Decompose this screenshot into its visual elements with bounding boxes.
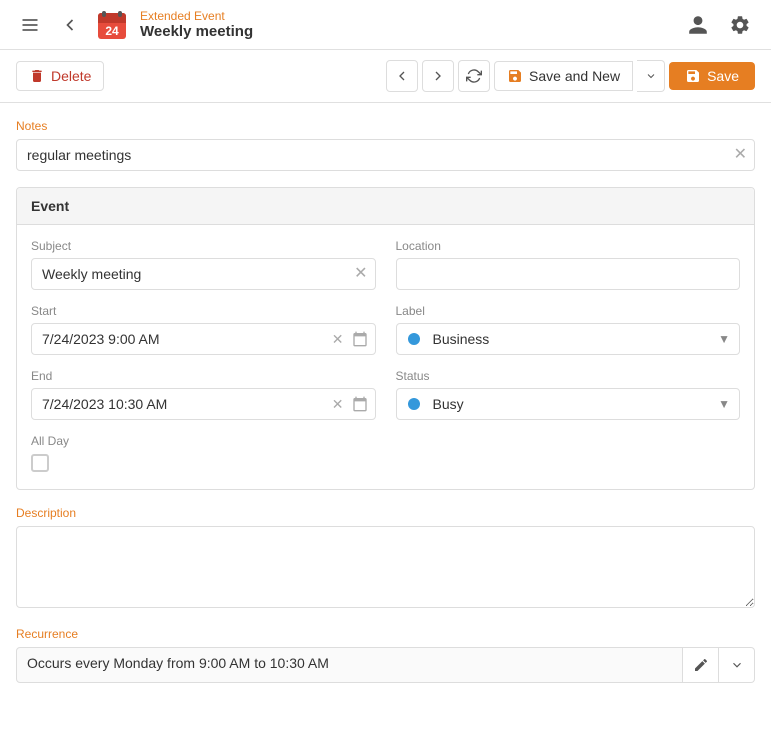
- end-input-wrap: ✕: [31, 388, 376, 420]
- subject-input-wrap: ✕: [31, 258, 376, 290]
- save-and-new-button[interactable]: Save and New: [494, 61, 633, 91]
- location-label: Location: [396, 239, 741, 253]
- menu-icon: [20, 15, 40, 35]
- description-label: Description: [16, 506, 755, 520]
- recurrence-input-wrap: Occurs every Monday from 9:00 AM to 10:3…: [16, 647, 755, 683]
- save-new-icon: [507, 68, 523, 84]
- toolbar-left: Delete: [16, 61, 104, 91]
- subject-label: Subject: [31, 239, 376, 253]
- delete-button[interactable]: Delete: [16, 61, 104, 91]
- end-col: End ✕: [31, 369, 376, 420]
- status-dot: [408, 398, 420, 410]
- notes-input[interactable]: [16, 139, 755, 171]
- allday-label: All Day: [31, 434, 740, 448]
- back-icon: [60, 15, 80, 35]
- trash-icon: [29, 68, 45, 84]
- account-icon: [687, 14, 709, 36]
- subject-location-row: Subject ✕ Location: [31, 239, 740, 290]
- notes-input-wrap: ✕: [16, 139, 755, 171]
- toolbar: Delete Save and New: [0, 50, 771, 103]
- description-textarea[interactable]: [16, 526, 755, 608]
- app-icon: 24: [96, 9, 128, 41]
- save-and-new-label: Save and New: [529, 68, 620, 84]
- label-select-wrap: Business Personal Family Holiday ▼: [396, 323, 741, 355]
- end-calendar-button[interactable]: [350, 394, 370, 415]
- header-subtitle: Extended Event: [140, 9, 253, 23]
- header: 24 Extended Event Weekly meeting: [0, 0, 771, 50]
- location-col: Location: [396, 239, 741, 290]
- gear-icon: [729, 14, 751, 36]
- svg-text:24: 24: [105, 24, 119, 38]
- recurrence-text: Occurs every Monday from 9:00 AM to 10:3…: [16, 647, 683, 683]
- start-icons: ✕: [330, 329, 370, 350]
- location-input[interactable]: [396, 258, 741, 290]
- allday-checkbox[interactable]: [31, 454, 49, 472]
- refresh-button[interactable]: [458, 60, 490, 92]
- chevron-left-icon: [394, 68, 410, 84]
- account-button[interactable]: [683, 10, 713, 40]
- end-input[interactable]: [31, 388, 376, 420]
- recurrence-dropdown-button[interactable]: [719, 647, 755, 683]
- status-select[interactable]: Busy Free Tentative Out of Office: [396, 388, 741, 420]
- calendar-icon: [352, 396, 368, 412]
- prev-button[interactable]: [386, 60, 418, 92]
- dropdown-arrow-icon: [645, 70, 657, 82]
- start-label: Start: [31, 304, 376, 318]
- header-left: 24 Extended Event Weekly meeting: [16, 9, 253, 41]
- header-title: Extended Event Weekly meeting: [140, 9, 253, 40]
- label-col: Label Business Personal Family Holiday ▼: [396, 304, 741, 355]
- save-icon: [685, 68, 701, 84]
- start-col: Start ✕: [31, 304, 376, 355]
- recurrence-section: Recurrence Occurs every Monday from 9:00…: [16, 627, 755, 683]
- back-button[interactable]: [56, 11, 84, 39]
- pencil-icon: [693, 657, 709, 673]
- status-field-label: Status: [396, 369, 741, 383]
- settings-button[interactable]: [725, 10, 755, 40]
- status-col: Status Busy Free Tentative Out of Office…: [396, 369, 741, 420]
- next-button[interactable]: [422, 60, 454, 92]
- start-calendar-button[interactable]: [350, 329, 370, 350]
- start-input[interactable]: [31, 323, 376, 355]
- menu-button[interactable]: [16, 11, 44, 39]
- notes-clear-button[interactable]: ✕: [734, 147, 747, 163]
- end-label: End: [31, 369, 376, 383]
- toolbar-right: Save and New Save: [386, 60, 755, 92]
- start-label-row: Start ✕ Label: [31, 304, 740, 355]
- event-section-header: Event: [17, 188, 754, 225]
- label-field-label: Label: [396, 304, 741, 318]
- notes-section: Notes ✕: [16, 119, 755, 171]
- chevron-down-icon: [730, 658, 744, 672]
- end-icons: ✕: [330, 394, 370, 415]
- description-section: Description: [16, 506, 755, 611]
- save-label: Save: [707, 68, 739, 84]
- recurrence-edit-button[interactable]: [683, 647, 719, 683]
- allday-row: All Day: [31, 434, 740, 475]
- event-section: Event Subject ✕ Location: [16, 187, 755, 490]
- calendar-icon: [352, 331, 368, 347]
- header-main-title: Weekly meeting: [140, 23, 253, 40]
- save-button[interactable]: Save: [669, 62, 755, 90]
- label-dot: [408, 333, 420, 345]
- refresh-icon: [466, 68, 482, 84]
- subject-col: Subject ✕: [31, 239, 376, 290]
- delete-label: Delete: [51, 68, 91, 84]
- chevron-right-icon: [430, 68, 446, 84]
- save-new-dropdown-button[interactable]: [637, 60, 665, 92]
- end-status-row: End ✕ Status: [31, 369, 740, 420]
- subject-input[interactable]: [31, 258, 376, 290]
- label-select[interactable]: Business Personal Family Holiday: [396, 323, 741, 355]
- header-right: [683, 10, 755, 40]
- status-select-wrap: Busy Free Tentative Out of Office ▼: [396, 388, 741, 420]
- content-area: Notes ✕ Event Subject ✕ Location: [0, 103, 771, 732]
- event-section-body: Subject ✕ Location Start: [17, 225, 754, 489]
- start-input-wrap: ✕: [31, 323, 376, 355]
- start-clear-button[interactable]: ✕: [330, 329, 346, 350]
- subject-clear-button[interactable]: ✕: [354, 266, 367, 282]
- notes-label: Notes: [16, 119, 755, 133]
- end-clear-button[interactable]: ✕: [330, 394, 346, 415]
- recurrence-label: Recurrence: [16, 627, 755, 641]
